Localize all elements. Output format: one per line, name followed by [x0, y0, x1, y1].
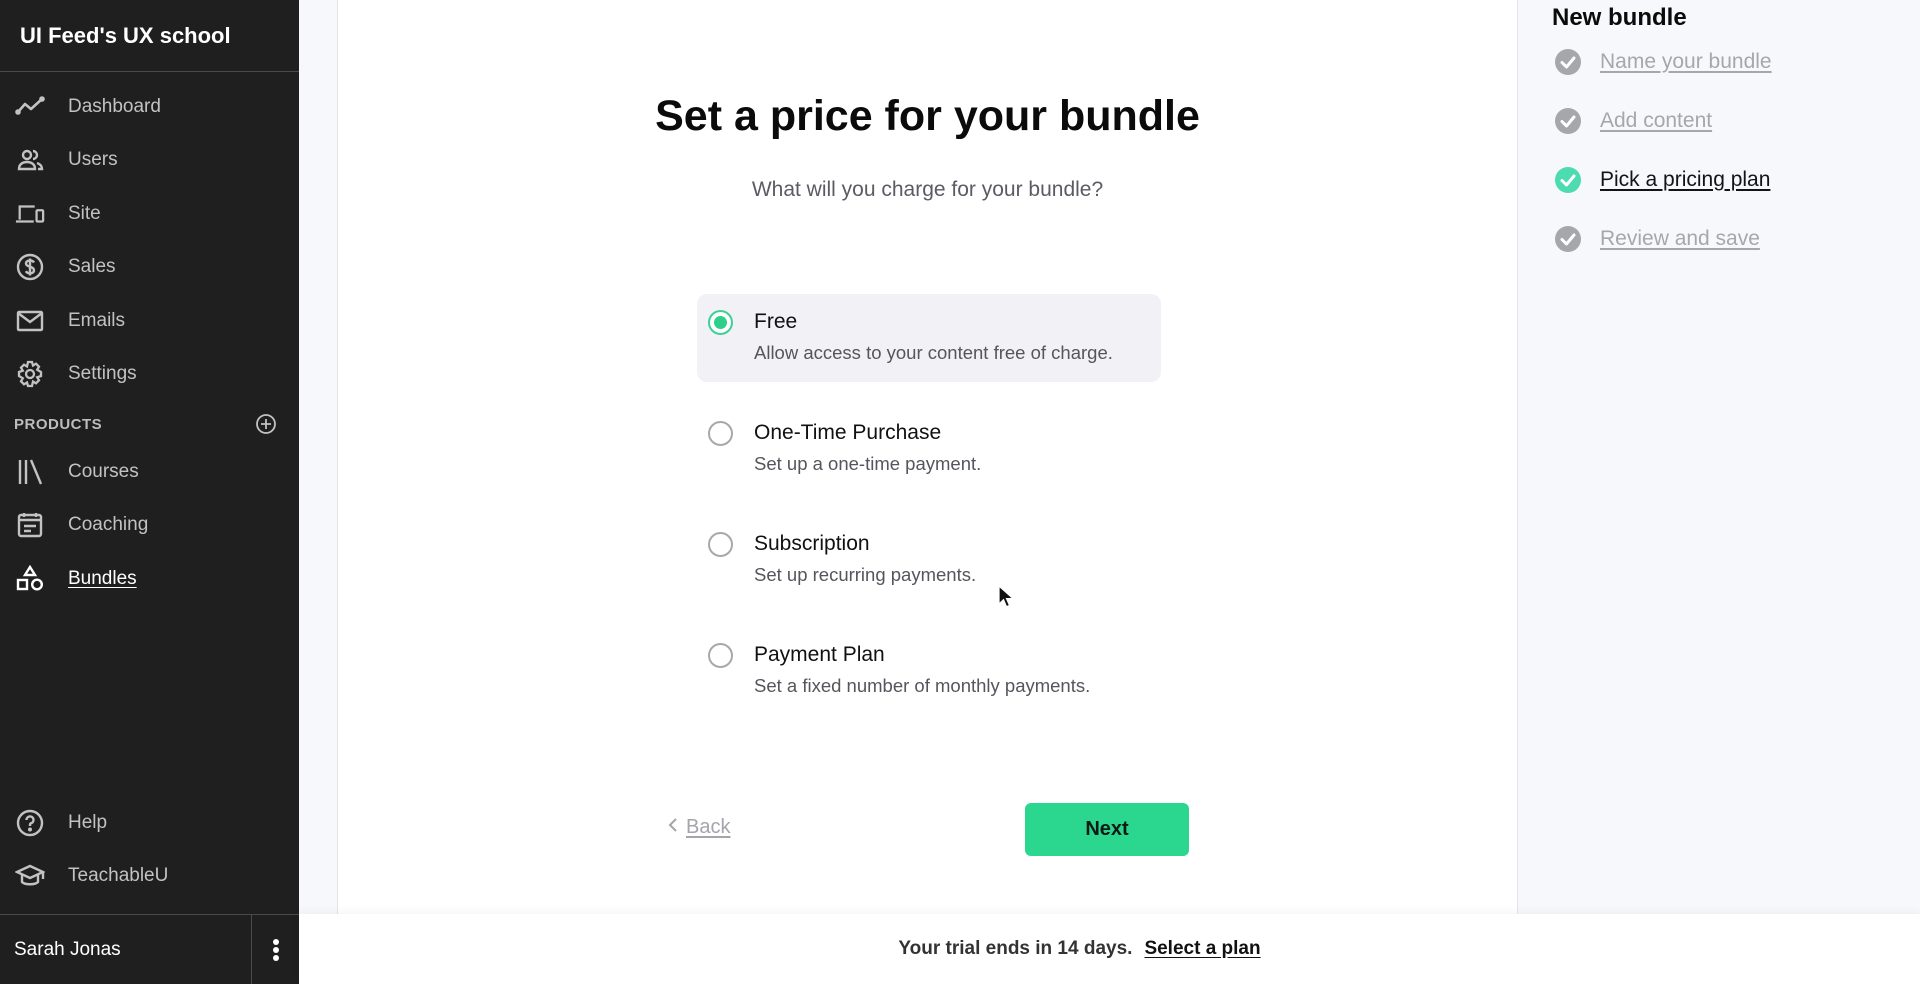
- calendar-icon: [14, 511, 46, 539]
- option-description: Set up a one-time payment.: [754, 453, 982, 474]
- sidebar-item-sales[interactable]: Sales: [0, 241, 299, 295]
- pricing-option-free[interactable]: Free Allow access to your content free o…: [697, 294, 1161, 382]
- trial-message: Your trial ends in 14 days.: [898, 938, 1133, 959]
- step-label: Add content: [1600, 108, 1713, 132]
- pricing-option-subscription[interactable]: Subscription Set up recurring payments.: [697, 516, 1161, 604]
- pricing-options: Free Allow access to your content free o…: [697, 294, 1161, 738]
- sidebar-item-label: Bundles: [68, 567, 137, 589]
- step-add-content[interactable]: Add content: [1554, 91, 1772, 150]
- radio-button[interactable]: [708, 421, 733, 446]
- step-review-and-save[interactable]: Review and save: [1554, 209, 1772, 268]
- pricing-option-one-time[interactable]: One-Time Purchase Set up a one-time paym…: [697, 405, 1161, 493]
- devices-icon: [14, 200, 46, 228]
- step-label: Name your bundle: [1600, 49, 1772, 73]
- step-name-bundle[interactable]: Name your bundle: [1554, 32, 1772, 91]
- sidebar-item-dashboard[interactable]: Dashboard: [0, 80, 299, 134]
- chart-line-icon: [14, 93, 46, 121]
- mouse-cursor-icon: [998, 585, 1014, 608]
- page-title: Set a price for your bundle: [655, 92, 1200, 140]
- sidebar-item-label: Site: [68, 202, 101, 224]
- sidebar-item-label: TeachableU: [68, 865, 169, 887]
- check-circle-icon: [1554, 107, 1582, 135]
- add-product-icon[interactable]: [255, 413, 277, 435]
- check-circle-icon: [1554, 166, 1582, 194]
- page-subtitle: What will you charge for your bundle?: [751, 178, 1104, 201]
- radio-button[interactable]: [708, 532, 733, 557]
- sidebar-item-label: Sales: [68, 256, 116, 278]
- user-account: Sarah Jonas: [0, 914, 299, 984]
- products-nav: Courses Coaching Bundles: [0, 445, 299, 606]
- sidebar-item-label: Courses: [68, 460, 139, 482]
- option-description: Set a fixed number of monthly payments.: [754, 675, 1091, 696]
- sidebar-item-settings[interactable]: Settings: [0, 348, 299, 402]
- check-circle-icon: [1554, 48, 1582, 76]
- school-name[interactable]: UI Feed's UX school: [0, 0, 299, 72]
- option-label: One-Time Purchase: [754, 421, 942, 444]
- gear-icon: [14, 360, 46, 388]
- select-plan-link[interactable]: Select a plan: [1144, 938, 1260, 960]
- graduation-cap-icon: [14, 862, 46, 890]
- sidebar-item-bundles[interactable]: Bundles: [0, 552, 299, 606]
- sidebar-item-label: Emails: [68, 309, 126, 331]
- steps-title: New bundle: [1552, 4, 1687, 31]
- option-description: Set up recurring payments.: [754, 564, 977, 585]
- sidebar-item-help[interactable]: Help: [0, 796, 299, 850]
- help-circle-icon: [14, 809, 46, 837]
- sidebar-item-label: Settings: [68, 363, 137, 385]
- more-vertical-icon[interactable]: [251, 915, 299, 984]
- option-label: Payment Plan: [754, 643, 885, 666]
- sidebar-item-label: Coaching: [68, 514, 149, 536]
- back-label: Back: [686, 816, 731, 838]
- radio-button[interactable]: [708, 310, 733, 335]
- sidebar-item-site[interactable]: Site: [0, 187, 299, 241]
- bottom-nav: Help TeachableU: [0, 796, 299, 903]
- sidebar-item-users[interactable]: Users: [0, 134, 299, 188]
- library-icon: [14, 458, 46, 486]
- sidebar-item-label: Users: [68, 149, 118, 171]
- users-icon: [14, 146, 46, 174]
- products-section-header: PRODUCTS: [0, 403, 299, 445]
- trial-banner: Your trial ends in 14 days. Select a pla…: [299, 914, 1920, 984]
- mail-icon: [14, 307, 46, 335]
- next-button[interactable]: Next: [1025, 803, 1189, 856]
- sidebar-item-teachableu[interactable]: TeachableU: [0, 850, 299, 904]
- user-name[interactable]: Sarah Jonas: [0, 939, 251, 961]
- dollar-circle-icon: [14, 253, 46, 281]
- pricing-option-payment-plan[interactable]: Payment Plan Set a fixed number of month…: [697, 627, 1161, 715]
- back-button[interactable]: Back: [668, 816, 730, 839]
- option-description: Allow access to your content free of cha…: [754, 342, 1113, 363]
- pricing-step-card: Set a price for your bundle What will yo…: [337, 0, 1518, 914]
- main-nav: Dashboard Users Site Sales Emails Settin…: [0, 72, 299, 401]
- check-circle-icon: [1554, 225, 1582, 253]
- sidebar: UI Feed's UX school Dashboard Users Site…: [0, 0, 299, 984]
- products-heading: PRODUCTS: [14, 415, 103, 433]
- radio-button[interactable]: [708, 643, 733, 668]
- shapes-icon: [14, 564, 46, 593]
- option-label: Subscription: [754, 532, 870, 555]
- option-label: Free: [754, 310, 798, 333]
- step-label: Pick a pricing plan: [1600, 167, 1771, 191]
- sidebar-item-label: Help: [68, 811, 108, 833]
- steps-panel: New bundle Name your bundle Add content …: [1552, 0, 1772, 268]
- sidebar-item-courses[interactable]: Courses: [0, 445, 299, 499]
- step-pick-pricing-plan[interactable]: Pick a pricing plan: [1554, 150, 1772, 209]
- chevron-left-icon: [668, 816, 678, 839]
- sidebar-item-label: Dashboard: [68, 95, 161, 117]
- sidebar-item-coaching[interactable]: Coaching: [0, 499, 299, 553]
- sidebar-item-emails[interactable]: Emails: [0, 294, 299, 348]
- step-label: Review and save: [1600, 226, 1760, 250]
